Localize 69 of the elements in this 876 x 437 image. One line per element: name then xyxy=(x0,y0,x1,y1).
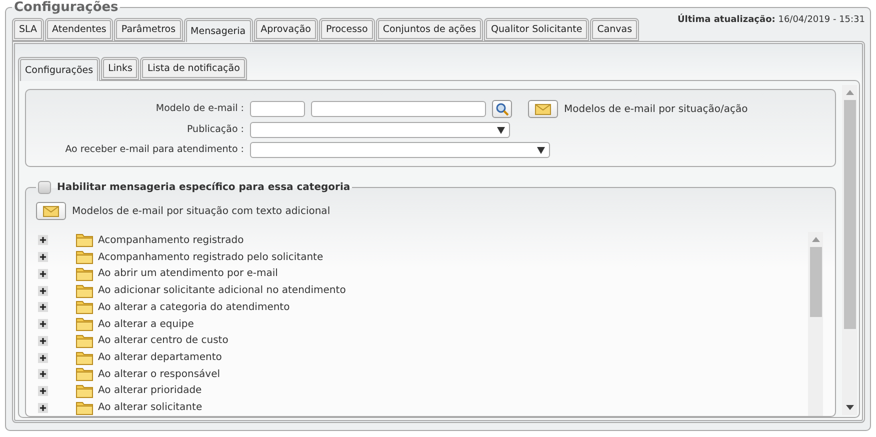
tab[interactable]: Parâmetros xyxy=(114,18,183,41)
tab[interactable]: Canvas xyxy=(590,18,640,41)
folder-icon xyxy=(76,300,93,314)
scrollbar[interactable] xyxy=(808,232,823,416)
tab[interactable]: Mensageria xyxy=(184,18,253,42)
group-title: Configurações xyxy=(13,0,120,15)
dropdown-caret-icon xyxy=(497,126,505,134)
tree-item[interactable]: Acompanhamento registrado xyxy=(98,234,244,246)
tree-item[interactable]: Ao alterar o responsável xyxy=(98,368,220,380)
dropdown-caret-icon xyxy=(537,146,545,154)
folder-icon xyxy=(76,284,93,298)
tree-item[interactable]: Ao alterar prioridade xyxy=(98,385,202,396)
expand-icon[interactable] xyxy=(38,369,48,380)
tab[interactable]: Aprovação xyxy=(254,18,318,41)
envelope-icon xyxy=(43,206,59,216)
tree-item[interactable]: Ao alterar solicitante xyxy=(98,402,202,414)
tab[interactable]: Conjuntos de ações xyxy=(376,18,484,41)
search-icon xyxy=(496,102,508,116)
expand-icon[interactable] xyxy=(38,268,48,279)
email-models-button[interactable] xyxy=(36,202,66,220)
tab[interactable]: Links xyxy=(101,57,140,80)
code-field[interactable] xyxy=(250,101,305,117)
expand-icon[interactable] xyxy=(38,302,48,312)
scroll-thumb[interactable] xyxy=(810,247,822,317)
folder-icon xyxy=(76,233,93,248)
scroll-down-icon[interactable] xyxy=(846,405,854,410)
expand-icon[interactable] xyxy=(38,235,48,246)
folder-icon xyxy=(76,250,93,264)
tree-item[interactable]: Ao alterar a equipe xyxy=(98,318,194,330)
folder-icon xyxy=(76,367,93,382)
enable-checkbox[interactable] xyxy=(38,181,51,194)
name-field[interactable] xyxy=(311,101,486,117)
tree-item[interactable]: Ao alterar a categoria do atendimento xyxy=(98,302,290,313)
field-label: Publicação : xyxy=(186,123,244,137)
expand-icon[interactable] xyxy=(38,252,48,262)
tab[interactable]: SLA xyxy=(12,18,44,41)
folder-icon xyxy=(76,400,93,415)
expand-icon[interactable] xyxy=(38,319,48,330)
search-button[interactable] xyxy=(492,100,512,118)
scroll-thumb[interactable] xyxy=(844,100,856,329)
field-label: Modelo de e-mail : xyxy=(154,102,244,116)
expand-icon[interactable] xyxy=(38,402,48,413)
last-update-text: Última atualização: 16/04/2019 - 15:31 xyxy=(677,15,865,25)
tab[interactable]: Atendentes xyxy=(45,18,114,41)
tree-item[interactable]: Ao alterar departamento xyxy=(98,352,222,363)
expand-icon[interactable] xyxy=(38,352,48,362)
tree-item[interactable]: Ao alterar centro de custo xyxy=(98,335,228,346)
field-label: Ao receber e-mail para atendimento : xyxy=(64,143,244,157)
expand-icon[interactable] xyxy=(38,286,48,296)
email-models-button[interactable] xyxy=(528,100,558,118)
folder-icon xyxy=(76,317,93,332)
email-models-label: Modelos de e-mail por situação com texto adicional xyxy=(72,206,330,216)
tab[interactable]: Qualitor Solicitante xyxy=(484,18,590,41)
tree-item[interactable]: Ao adicionar solicitante adicional no atendimento xyxy=(98,285,346,296)
folder-icon xyxy=(76,350,93,364)
folder-icon xyxy=(76,334,93,348)
tree-item[interactable]: Ao abrir um atendimento por e-mail xyxy=(98,268,278,280)
folder-icon xyxy=(76,266,93,281)
tab[interactable]: Configurações xyxy=(18,57,100,81)
folder-icon xyxy=(76,384,93,398)
tab[interactable]: Lista de notificação xyxy=(140,57,247,80)
tab[interactable]: Processo xyxy=(318,18,375,41)
tree-item[interactable]: Acompanhamento registrado pelo solicitante xyxy=(98,252,324,263)
expand-icon[interactable] xyxy=(38,386,48,396)
enable-label: Habilitar mensageria específico para essa categoria xyxy=(57,182,350,193)
email-models-label: Modelos de e-mail por situação/ação xyxy=(564,104,748,114)
envelope-icon xyxy=(535,104,551,114)
expand-icon[interactable] xyxy=(38,336,48,346)
scrollbar[interactable] xyxy=(842,85,857,415)
